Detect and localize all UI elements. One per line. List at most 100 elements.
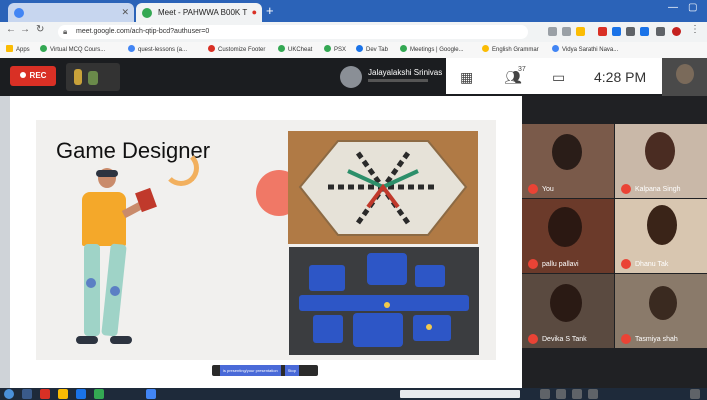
mic-off-icon bbox=[621, 259, 631, 269]
participant-tile[interactable]: Tasmiya shah bbox=[615, 274, 707, 348]
bookmark-apps[interactable]: Apps bbox=[6, 45, 30, 53]
search-icon[interactable] bbox=[562, 27, 571, 36]
participant-face bbox=[548, 207, 582, 247]
maximize-icon[interactable]: ▢ bbox=[688, 2, 697, 13]
participant-name: Kalpana Singh bbox=[635, 186, 681, 193]
taskbar-app-icon[interactable] bbox=[76, 389, 86, 399]
mic-off-icon bbox=[528, 259, 538, 269]
participant-tile[interactable]: Kalpana Singh bbox=[615, 124, 707, 198]
browser-tab-meet[interactable]: Meet - PAHWWA B00K T ● bbox=[136, 3, 262, 22]
participant-name: Tasmiya shah bbox=[635, 336, 678, 343]
bookmark-item[interactable]: English Grammar bbox=[482, 45, 539, 53]
recording-dot-icon: ● bbox=[251, 7, 257, 17]
tab-favicon bbox=[14, 8, 24, 18]
presenter-name: Jalayalakshi Srinivas bbox=[368, 68, 443, 77]
level-map-drawing bbox=[289, 247, 479, 355]
extension-icon[interactable] bbox=[640, 27, 649, 36]
star-icon[interactable] bbox=[576, 27, 585, 36]
tray-icon[interactable] bbox=[572, 389, 582, 399]
participant-tile[interactable]: pallu pallavi bbox=[522, 199, 614, 273]
forward-icon[interactable]: → bbox=[20, 24, 30, 35]
participant-face bbox=[649, 286, 677, 320]
profile-avatar[interactable] bbox=[672, 27, 681, 36]
lock-icon: 🔒︎ bbox=[63, 27, 68, 36]
taskbar-app-icon[interactable] bbox=[40, 389, 50, 399]
presenter-subtitle-bar bbox=[368, 79, 428, 82]
taskbar-search-box[interactable] bbox=[400, 390, 520, 398]
participant-face bbox=[676, 64, 694, 84]
os-taskbar bbox=[0, 388, 707, 400]
close-icon[interactable]: ✕ bbox=[121, 3, 129, 22]
level-map-image bbox=[289, 247, 479, 355]
bookmark-item[interactable]: PSX bbox=[324, 45, 346, 53]
participant-tile[interactable]: Dhanu Tak bbox=[615, 199, 707, 273]
decorative-ring bbox=[163, 150, 199, 186]
game-designer-illustration bbox=[62, 168, 162, 358]
bookmark-item[interactable]: Customize Footer bbox=[208, 45, 265, 53]
meet-favicon bbox=[142, 8, 152, 18]
extension-icon[interactable] bbox=[626, 27, 635, 36]
start-icon[interactable] bbox=[4, 389, 14, 399]
participant-name: Devika S Tank bbox=[542, 336, 587, 343]
extension-icon[interactable] bbox=[612, 27, 621, 36]
self-view-video bbox=[662, 58, 707, 96]
address-bar[interactable]: 🔒︎ meet.google.com/ach-qtip-bcd?authuser… bbox=[58, 25, 528, 39]
thumbnail-figure bbox=[88, 71, 98, 85]
chat-icon[interactable]: ▭ bbox=[552, 69, 565, 86]
participant-grid: You Kalpana Singh pallu pallavi Dhanu Ta… bbox=[522, 96, 707, 388]
bookmark-item[interactable]: UKCheat bbox=[278, 45, 312, 53]
tray-icon[interactable] bbox=[540, 389, 550, 399]
participant-face bbox=[550, 284, 582, 322]
figure-shirt bbox=[82, 192, 126, 246]
participant-face bbox=[647, 205, 677, 245]
participant-face bbox=[552, 134, 582, 170]
board-game-image bbox=[288, 131, 478, 244]
menu-dots-icon[interactable]: ⋮ bbox=[690, 24, 700, 35]
participant-name: Dhanu Tak bbox=[635, 261, 669, 268]
url-text: meet.google.com/ach-qtip-bcd?authuser=0 bbox=[76, 28, 210, 35]
knee-patch bbox=[86, 278, 96, 288]
extensions-puzzle-icon[interactable] bbox=[656, 27, 665, 36]
mic-off-icon bbox=[621, 184, 631, 194]
key-icon[interactable] bbox=[548, 27, 557, 36]
minimize-icon[interactable]: — bbox=[668, 2, 678, 13]
participant-face bbox=[645, 132, 675, 170]
bookmark-item[interactable]: quest-lessons (a... bbox=[128, 45, 187, 53]
participant-tile[interactable]: You bbox=[522, 124, 614, 198]
tray-icon[interactable] bbox=[588, 389, 598, 399]
back-icon[interactable]: ← bbox=[6, 24, 16, 35]
extension-icon[interactable] bbox=[598, 27, 607, 36]
chrome-taskbar-icon[interactable] bbox=[146, 389, 156, 399]
reload-icon[interactable]: ↻ bbox=[36, 24, 44, 35]
recording-badge: REC bbox=[10, 66, 56, 86]
bookmark-item[interactable]: Vidya Sarathi Nava... bbox=[552, 45, 618, 53]
taskbar-app-icon[interactable] bbox=[22, 389, 32, 399]
stop-presenting-button[interactable]: Stop bbox=[284, 365, 299, 376]
bookmark-item[interactable]: Virtual MCQ Cours... bbox=[40, 45, 105, 53]
bookmark-item[interactable]: Dev Tab bbox=[356, 45, 388, 53]
taskbar-app-icon[interactable] bbox=[58, 389, 68, 399]
notification-icon[interactable] bbox=[690, 389, 700, 399]
bookmark-item[interactable]: Meetings | Google... bbox=[400, 45, 464, 53]
tab-title: Meet - PAHWWA B00K T bbox=[158, 8, 248, 17]
presenter-avatar bbox=[340, 66, 362, 88]
figure-shoe bbox=[110, 336, 132, 344]
participant-name: You bbox=[542, 186, 554, 193]
mic-off-icon bbox=[528, 334, 538, 344]
taskbar-app-icon[interactable] bbox=[94, 389, 104, 399]
tray-icon[interactable] bbox=[556, 389, 566, 399]
participant-tile[interactable]: Devika S Tank bbox=[522, 274, 614, 348]
knee-patch bbox=[110, 286, 120, 296]
new-tab-button[interactable]: + bbox=[266, 3, 274, 19]
presentation-thumbnail[interactable] bbox=[66, 63, 120, 91]
thumbnail-figure bbox=[74, 69, 82, 85]
browser-tab-1[interactable]: ✕ bbox=[8, 3, 134, 22]
vr-headset bbox=[96, 170, 118, 177]
participant-count: 37 bbox=[518, 66, 526, 73]
presenting-notice: is presenting/your presentation Stop bbox=[212, 365, 318, 376]
presenter-info: Jalayalakshi Srinivas bbox=[340, 64, 446, 90]
clock-time: 4:28 PM bbox=[594, 69, 647, 85]
hex-board-drawing bbox=[298, 140, 468, 236]
tile-layout-icon[interactable]: ▦ bbox=[460, 69, 473, 86]
record-dot-icon bbox=[19, 72, 26, 78]
